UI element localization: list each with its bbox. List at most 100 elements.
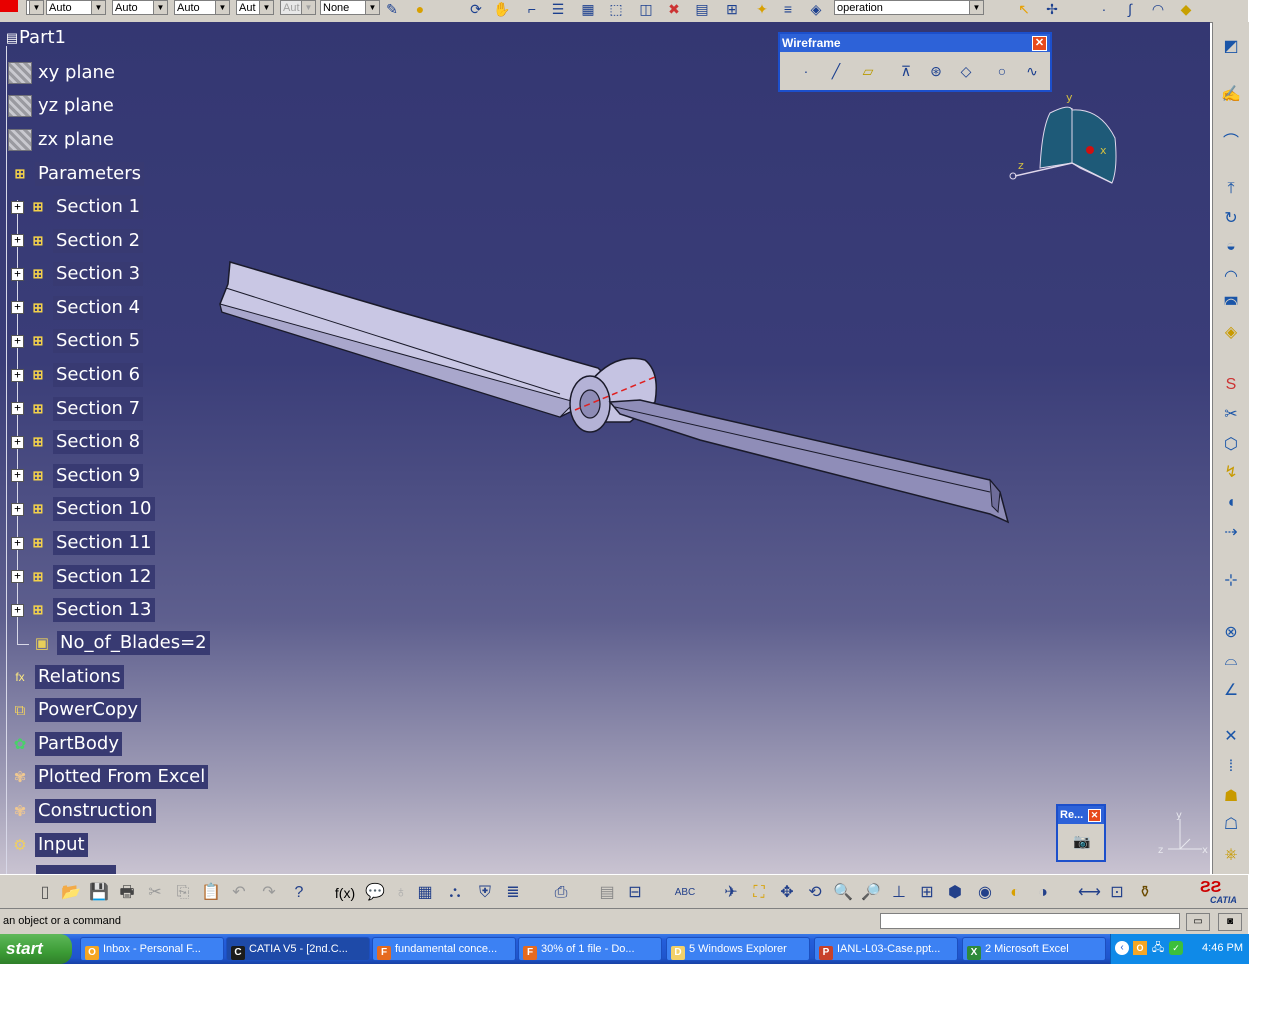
zoom-in-icon[interactable]: 🔍 bbox=[832, 882, 854, 904]
circle-icon[interactable]: ○ bbox=[992, 62, 1012, 80]
point-symbol-combo[interactable]: Aut ▼ bbox=[236, 0, 274, 15]
line-style-combo[interactable]: ▼ bbox=[26, 0, 44, 15]
intersection-icon[interactable]: ⊛ bbox=[926, 62, 946, 80]
equivalent-icon[interactable]: ≣ bbox=[502, 882, 524, 904]
split-icon[interactable]: ✂ bbox=[1220, 404, 1242, 426]
whats-this-icon[interactable]: ? bbox=[288, 882, 310, 904]
sketch-icon[interactable]: ✍ bbox=[1220, 84, 1242, 106]
curve-icon[interactable]: ⌒ bbox=[1220, 132, 1242, 154]
record-toolbar[interactable]: Re... ✕ 📷 bbox=[1056, 804, 1106, 862]
taskbar-button[interactable]: F 30% of 1 file - Do... bbox=[518, 937, 662, 961]
operation-combo[interactable]: operation ▼ bbox=[834, 0, 984, 15]
record-title-bar[interactable]: Re... ✕ bbox=[1058, 806, 1104, 824]
fillet-icon[interactable]: ◖ bbox=[1220, 492, 1242, 514]
boundary-curve-icon[interactable]: ⊗ bbox=[1220, 622, 1242, 644]
trap-selection-icon[interactable]: ✢ bbox=[1042, 0, 1062, 18]
loft-icon[interactable]: ◈ bbox=[1220, 322, 1242, 344]
law-icon[interactable]: ∠ bbox=[1220, 680, 1242, 702]
instantiate-icon[interactable]: ⎙ bbox=[550, 882, 572, 904]
projection-icon[interactable]: ⊼ bbox=[896, 62, 916, 80]
design-table-icon[interactable]: ▦ bbox=[414, 882, 436, 904]
outlook-tray-icon[interactable]: O bbox=[1133, 941, 1147, 955]
sheet-icon[interactable]: ▤ bbox=[692, 0, 712, 18]
tree-icon[interactable]: ⊞ bbox=[722, 0, 742, 18]
surface-icon[interactable]: ◠ bbox=[1148, 0, 1168, 18]
extrude-surface-icon[interactable]: ⤒ bbox=[1220, 178, 1242, 200]
tools-palette-icon[interactable]: ⊟ bbox=[624, 882, 646, 904]
light-icon[interactable]: ✦ bbox=[752, 0, 772, 18]
rotate-icon[interactable]: ⟲ bbox=[804, 882, 826, 904]
tray-arrow-icon[interactable]: ‹ bbox=[1115, 941, 1129, 955]
curve-icon[interactable]: ∫ bbox=[1120, 0, 1140, 18]
point-small-icon[interactable]: · bbox=[1094, 0, 1114, 18]
layers-icon[interactable]: ◈ bbox=[806, 0, 826, 18]
redo-icon[interactable]: ↷ bbox=[258, 882, 280, 904]
pan-icon[interactable]: ✥ bbox=[776, 882, 798, 904]
color-combo[interactable]: Auto ▼ bbox=[46, 0, 106, 15]
3d-viewport[interactable]: ▤ Part1 xy plane yz plane zx plane ⊞ Par… bbox=[0, 22, 1210, 874]
taskbar-button[interactable]: C CATIA V5 - [2nd.C... bbox=[226, 937, 370, 961]
light-bulb-icon[interactable]: ♁ bbox=[390, 882, 412, 904]
security-tray-icon[interactable]: ✓ bbox=[1169, 941, 1183, 955]
paste-icon[interactable]: 📋 bbox=[200, 882, 222, 904]
wireframe-toolbar[interactable]: Wireframe ✕ · ╱ ▱ ⊼ ⊛ ◇ ○ ∿ bbox=[778, 32, 1052, 92]
close-icon[interactable]: ✕ bbox=[1032, 36, 1047, 51]
formula-icon[interactable]: f(x) bbox=[334, 882, 356, 904]
reactions-icon[interactable]: ⛬ bbox=[444, 882, 466, 904]
measure-inertia-icon[interactable]: ⚱ bbox=[1134, 882, 1156, 904]
painter-icon[interactable]: ✎ bbox=[382, 0, 402, 18]
close-icon[interactable]: ✕ bbox=[1088, 809, 1101, 822]
point-icon[interactable]: · bbox=[796, 62, 816, 80]
status-button-icon[interactable]: ▭ bbox=[1186, 913, 1210, 931]
axis-icon[interactable]: ⌐ bbox=[522, 0, 542, 18]
red-color-swatch[interactable] bbox=[0, 0, 18, 12]
power-input-field[interactable] bbox=[880, 913, 1180, 929]
taskbar-button[interactable]: O Inbox - Personal F... bbox=[80, 937, 224, 961]
catalog-browser-icon[interactable]: ▤ bbox=[596, 882, 618, 904]
spline-icon[interactable]: ∿ bbox=[1022, 62, 1042, 80]
snap-icon[interactable]: ⬚ bbox=[606, 0, 626, 18]
save-icon[interactable]: 💾 bbox=[88, 882, 110, 904]
translate-icon[interactable]: ⇢ bbox=[1220, 522, 1242, 544]
grid-icon[interactable]: ☰ bbox=[548, 0, 568, 18]
parallel-curve-icon[interactable]: ◇ bbox=[956, 62, 976, 80]
update-icon[interactable]: ⟳ bbox=[466, 0, 486, 18]
measure-item-icon[interactable]: ⊡ bbox=[1106, 882, 1128, 904]
hide-show-icon[interactable]: ◐ bbox=[1004, 882, 1026, 904]
analysis-icon[interactable]: ⎈ bbox=[1220, 844, 1242, 866]
open-icon[interactable]: 📂 bbox=[60, 882, 82, 904]
copy-icon[interactable]: ⎘ bbox=[172, 882, 194, 904]
status-camera-icon[interactable]: ◙ bbox=[1218, 913, 1242, 931]
plane-icon[interactable]: ▱ bbox=[858, 62, 878, 80]
taskbar-button[interactable]: D 5 Windows Explorer bbox=[666, 937, 810, 961]
taskbar-button[interactable]: P IANL-L03-Case.ppt... bbox=[814, 937, 958, 961]
properties-icon[interactable]: ● bbox=[410, 0, 430, 18]
taskbar-button[interactable]: Ffundamental conce... bbox=[372, 937, 516, 961]
line-icon[interactable]: ╱ bbox=[826, 62, 846, 80]
thickness-combo[interactable]: Auto ▼ bbox=[112, 0, 168, 15]
iso-view-icon[interactable]: ⬢ bbox=[944, 882, 966, 904]
extract-icon[interactable]: ↯ bbox=[1220, 462, 1242, 484]
hand-icon[interactable]: ✋ bbox=[492, 0, 512, 18]
catalog-icon[interactable]: ☖ bbox=[1220, 814, 1242, 836]
constraint-icon[interactable]: ✖ bbox=[664, 0, 684, 18]
boundary-icon[interactable]: ⬡ bbox=[1220, 434, 1242, 456]
scan-icon[interactable]: ⌓ bbox=[1220, 650, 1242, 672]
table-icon[interactable]: ▦ bbox=[578, 0, 598, 18]
knowledge-icon[interactable]: ☗ bbox=[1220, 786, 1242, 808]
compass-widget[interactable]: y x z bbox=[1000, 88, 1130, 198]
comment-icon[interactable]: 💬 bbox=[364, 882, 386, 904]
print-icon[interactable]: 🖶 bbox=[116, 882, 138, 904]
wireframe-title-bar[interactable]: Wireframe ✕ bbox=[780, 34, 1050, 52]
cut-icon[interactable]: ✂ bbox=[144, 882, 166, 904]
multi-view-icon[interactable]: ⊞ bbox=[916, 882, 938, 904]
shading-icon[interactable]: ◉ bbox=[974, 882, 996, 904]
normal-view-icon[interactable]: ⊥ bbox=[888, 882, 910, 904]
check-icon[interactable]: ⛨ bbox=[474, 882, 496, 904]
camera-icon[interactable]: 📷 bbox=[1072, 832, 1092, 850]
eraser-icon[interactable]: ◆ bbox=[1176, 0, 1196, 18]
linetype-combo[interactable]: Auto ▼ bbox=[174, 0, 230, 15]
measure-between-icon[interactable]: ⟷ bbox=[1078, 882, 1101, 904]
rendering-style-combo[interactable]: None ▼ bbox=[320, 0, 380, 15]
start-button[interactable]: start bbox=[0, 934, 72, 964]
